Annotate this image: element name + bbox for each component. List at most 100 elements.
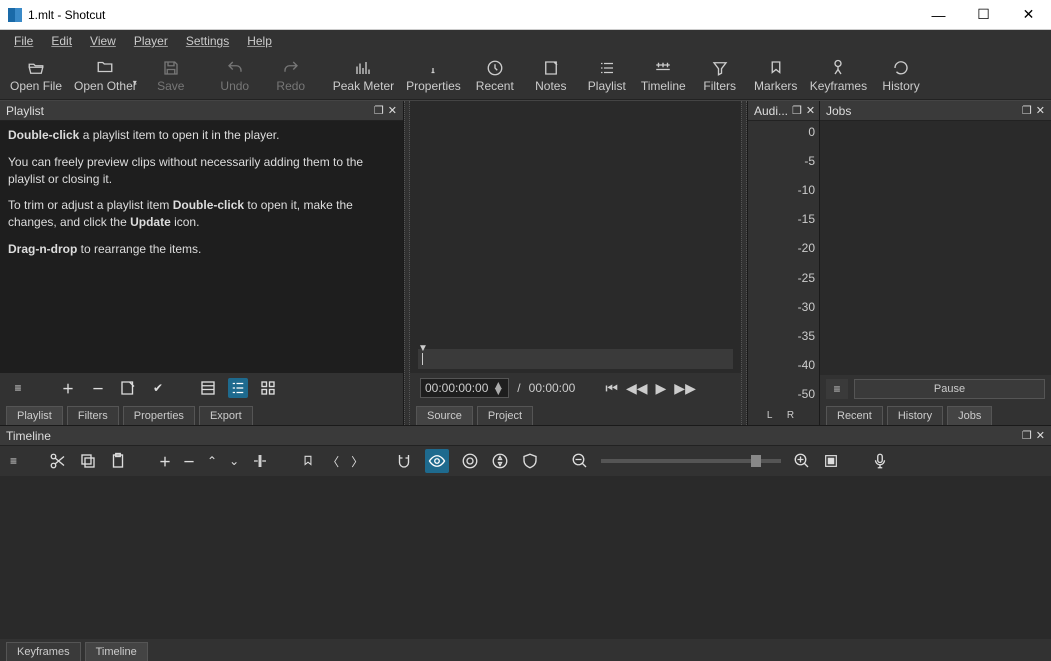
timeline-tracks-area[interactable] xyxy=(0,476,1051,639)
ripple-all-button[interactable] xyxy=(491,452,509,470)
skip-previous-button[interactable]: ⏮ xyxy=(605,380,618,397)
notes-button[interactable]: Notes xyxy=(523,57,579,95)
rewind-button[interactable]: ◀◀ xyxy=(626,380,648,397)
playlist-view-grid-button[interactable] xyxy=(258,378,278,398)
lift-button[interactable]: ⌃ xyxy=(207,454,217,468)
tab-jobs[interactable]: Jobs xyxy=(947,406,992,425)
current-timecode-field[interactable]: 00:00:00:00▲▼ xyxy=(420,378,509,398)
audio-lr-label: L R xyxy=(748,410,819,421)
tab-properties[interactable]: Properties xyxy=(123,406,195,425)
paste-button[interactable] xyxy=(109,452,127,470)
playlist-add-button[interactable]: ＋ xyxy=(58,378,78,398)
overwrite-button[interactable]: ⌄ xyxy=(229,454,239,468)
scrub-while-drag-button[interactable] xyxy=(425,449,449,473)
filters-button[interactable]: Filters xyxy=(692,57,748,95)
zoom-fit-button[interactable] xyxy=(823,453,839,469)
playlist-close-button[interactable]: ✕ xyxy=(388,104,397,117)
audio-close-button[interactable]: ✕ xyxy=(806,104,815,117)
cut-button[interactable] xyxy=(49,452,67,470)
jobs-undock-button[interactable]: ❐ xyxy=(1022,104,1032,117)
playlist-view-detailed-button[interactable] xyxy=(198,378,218,398)
timecode-spinner[interactable]: ▲▼ xyxy=(492,382,504,394)
jobs-close-button[interactable]: ✕ xyxy=(1036,104,1045,117)
zoom-in-icon xyxy=(793,452,811,470)
tab-keyframes[interactable]: Keyframes xyxy=(6,642,81,661)
menu-help[interactable]: Help xyxy=(239,32,280,50)
menu-player[interactable]: Player xyxy=(126,32,176,50)
window-maximize-button[interactable]: ☐ xyxy=(961,0,1006,29)
menu-settings[interactable]: Settings xyxy=(178,32,237,50)
zoom-out-button[interactable] xyxy=(571,452,589,470)
timeline-menu-button[interactable]: ≡ xyxy=(10,454,17,468)
window-minimize-button[interactable]: — xyxy=(916,0,961,29)
recent-button[interactable]: Recent xyxy=(467,57,523,95)
main-toolbar: Open File Open Other▾ Save Undo Redo Pea… xyxy=(0,52,1051,100)
timeline-undock-button[interactable]: ❐ xyxy=(1022,429,1032,442)
zoom-slider-thumb[interactable] xyxy=(751,455,761,467)
play-button[interactable]: ▶ xyxy=(656,380,667,397)
record-audio-button[interactable] xyxy=(871,452,889,470)
playlist-apply-button[interactable]: ✔ xyxy=(148,378,168,398)
markers-button[interactable]: Markers xyxy=(748,57,804,95)
append-button[interactable]: ＋ xyxy=(159,453,171,470)
markers-label: Markers xyxy=(754,79,797,93)
window-close-button[interactable]: ✕ xyxy=(1006,0,1051,29)
next-marker-button[interactable]: 〉 xyxy=(351,453,363,470)
split-button[interactable] xyxy=(251,452,269,470)
scrub-bar[interactable]: ▼ xyxy=(410,343,741,373)
save-button[interactable]: Save xyxy=(143,57,199,95)
zoom-slider[interactable] xyxy=(601,459,781,463)
tab-export[interactable]: Export xyxy=(199,406,253,425)
list-icon xyxy=(598,59,616,77)
preview-panel: ▼ 00:00:00:00▲▼ / 00:00:00 ⏮ ◀◀ ▶ ▶▶ Sou… xyxy=(404,101,747,425)
view-grid-icon xyxy=(259,379,277,397)
peak-meter-button[interactable]: Peak Meter xyxy=(327,57,400,95)
zoom-in-button[interactable] xyxy=(793,452,811,470)
snap-button[interactable] xyxy=(395,452,413,470)
timeline-panel-header: Timeline ❐ ✕ xyxy=(0,426,1051,446)
playlist-remove-button[interactable]: － xyxy=(88,378,108,398)
open-other-button[interactable]: Open Other▾ xyxy=(68,56,143,95)
preview-canvas[interactable] xyxy=(410,101,741,343)
timeline-button[interactable]: Timeline xyxy=(635,57,692,95)
zoom-out-icon xyxy=(571,452,589,470)
playlist-view-list-button[interactable] xyxy=(228,378,248,398)
copy-button[interactable] xyxy=(79,452,97,470)
playlist-undock-button[interactable]: ❐ xyxy=(374,104,384,117)
jobs-pause-button[interactable]: Pause xyxy=(854,379,1045,399)
open-file-button[interactable]: Open File xyxy=(4,57,68,95)
remove-button[interactable]: － xyxy=(183,453,195,470)
tab-history[interactable]: History xyxy=(887,406,943,425)
undo-button[interactable]: Undo xyxy=(207,57,263,95)
history-label: History xyxy=(882,79,919,93)
fast-forward-button[interactable]: ▶▶ xyxy=(674,380,696,397)
menu-file[interactable]: File xyxy=(6,32,41,50)
right-bottom-tabs: Recent History Jobs xyxy=(820,403,1051,425)
prev-marker-button[interactable]: 〈 xyxy=(327,453,339,470)
menu-view[interactable]: View xyxy=(82,32,124,50)
audio-undock-button[interactable]: ❐ xyxy=(792,104,802,117)
tab-source[interactable]: Source xyxy=(416,406,473,425)
jobs-menu-button[interactable]: ≡ xyxy=(826,379,848,399)
ripple-button[interactable] xyxy=(461,452,479,470)
jobs-panel-header: Jobs ❐ ✕ xyxy=(820,101,1051,121)
undo-icon xyxy=(226,59,244,77)
redo-button[interactable]: Redo xyxy=(263,57,319,95)
marker-add-button[interactable] xyxy=(301,454,315,468)
keyframes-button[interactable]: Keyframes xyxy=(804,57,873,95)
playlist-menu-button[interactable]: ≡ xyxy=(8,378,28,398)
tab-project[interactable]: Project xyxy=(477,406,533,425)
eye-icon xyxy=(428,452,446,470)
tab-playlist[interactable]: Playlist xyxy=(6,406,63,425)
tab-recent[interactable]: Recent xyxy=(826,406,883,425)
timeline-close-button[interactable]: ✕ xyxy=(1036,429,1045,442)
ripple-markers-button[interactable] xyxy=(521,452,539,470)
zoom-fit-icon xyxy=(823,453,839,469)
tab-timeline[interactable]: Timeline xyxy=(85,642,148,661)
playlist-button[interactable]: Playlist xyxy=(579,57,635,95)
menu-edit[interactable]: Edit xyxy=(43,32,80,50)
tab-filters[interactable]: Filters xyxy=(67,406,119,425)
history-button[interactable]: History xyxy=(873,57,929,95)
properties-button[interactable]: Properties xyxy=(400,57,467,95)
playlist-update-button[interactable] xyxy=(118,378,138,398)
